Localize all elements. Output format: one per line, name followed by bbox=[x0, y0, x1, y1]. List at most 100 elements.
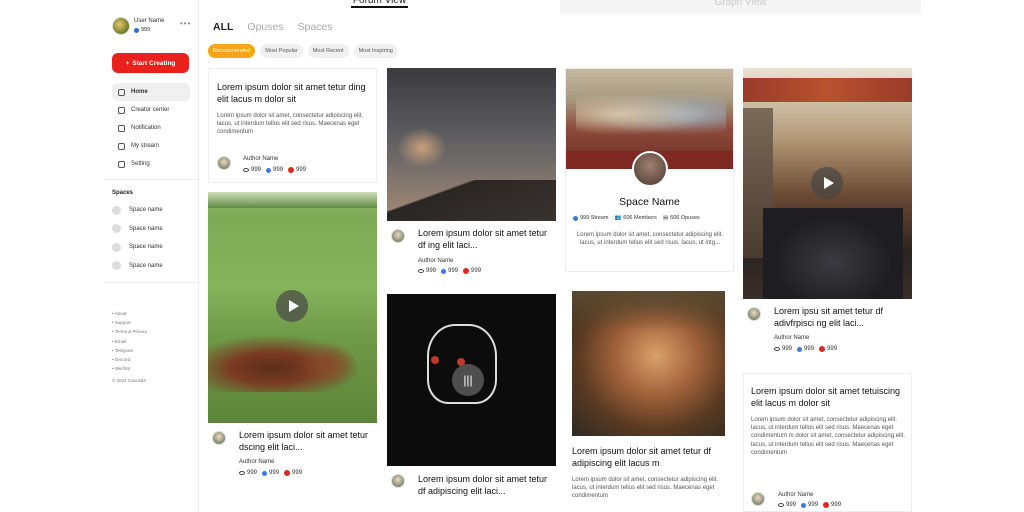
space-item[interactable]: Space name bbox=[112, 238, 192, 257]
space-avatar bbox=[112, 242, 121, 252]
author-avatar[interactable] bbox=[751, 492, 765, 506]
space-card[interactable]: Space Name 999 Stream 👥 606 Members ▤ 606 … bbox=[565, 68, 734, 272]
space-item[interactable]: Space name bbox=[112, 201, 192, 220]
user-icon bbox=[118, 106, 125, 114]
home-icon bbox=[118, 88, 125, 96]
image-thumbnail[interactable] bbox=[387, 68, 556, 221]
author-name[interactable]: Author Name bbox=[778, 492, 813, 498]
sidebar-item-notification[interactable]: Notification bbox=[112, 119, 190, 137]
eye-icon bbox=[774, 347, 780, 351]
filter-most-inspiring[interactable]: Most Inspiring bbox=[353, 44, 398, 58]
author-avatar[interactable] bbox=[391, 474, 405, 488]
spaces-list: Space name Space name Space name Space n… bbox=[112, 201, 192, 275]
view-switcher: Forum View Graph View bbox=[199, 0, 921, 14]
space-avatar bbox=[112, 261, 121, 271]
share-icon bbox=[266, 167, 272, 173]
card-stats: 999 999 999 bbox=[778, 502, 841, 508]
filter-most-recent[interactable]: Most Recent bbox=[307, 44, 349, 58]
space-item[interactable]: Space name bbox=[112, 220, 192, 239]
footer-link-discord[interactable]: Discord bbox=[112, 355, 147, 364]
footer-link-wechat[interactable]: Wechat bbox=[112, 364, 147, 373]
space-name[interactable]: Space Name bbox=[566, 196, 733, 208]
author-avatar[interactable] bbox=[391, 229, 405, 243]
sidebar-nav: Home Creator center Notification My stre… bbox=[112, 83, 190, 173]
filter-recommended[interactable]: Recommended bbox=[208, 44, 256, 58]
user-profile[interactable]: User Name 999 bbox=[112, 17, 164, 35]
category-tabs: ALL Opuses Spaces bbox=[213, 21, 333, 33]
post-card[interactable]: Lorem ipsu sit amet tetur df adivfrpisci… bbox=[743, 68, 912, 358]
space-avatar bbox=[112, 224, 121, 234]
card-title: Lorem ipsum dolor sit amet tetur df ing … bbox=[418, 228, 548, 250]
copyright: © 2024 Cascad3 bbox=[112, 378, 146, 383]
tab-forum-view[interactable]: Forum View bbox=[199, 0, 560, 14]
audio-thumbnail[interactable]: ||| bbox=[387, 294, 556, 466]
author-name[interactable]: Author Name bbox=[239, 459, 274, 465]
filter-most-popular[interactable]: Most Popular bbox=[260, 44, 303, 58]
share-icon bbox=[797, 346, 803, 352]
sidebar-item-home[interactable]: Home bbox=[112, 83, 190, 101]
play-icon[interactable] bbox=[811, 167, 843, 199]
author-name[interactable]: Author Name bbox=[243, 156, 278, 162]
footer-link-about[interactable]: About bbox=[112, 309, 147, 318]
space-avatar[interactable] bbox=[632, 151, 668, 187]
video-thumbnail[interactable] bbox=[743, 68, 912, 299]
post-card[interactable]: Lorem ipsum dolor sit amet tetur dscing … bbox=[208, 192, 377, 487]
like-icon bbox=[284, 470, 291, 476]
audio-wave-icon[interactable]: ||| bbox=[452, 364, 484, 396]
post-card[interactable]: Lorem ipsum dolor sit amet tetur ding el… bbox=[208, 68, 377, 183]
space-item[interactable]: Space name bbox=[112, 257, 192, 276]
footer-link-email[interactable]: Email bbox=[112, 337, 147, 346]
card-title: Lorem ipsu sit amet tetur df adivfrpisci… bbox=[774, 306, 884, 328]
sidebar: User Name 999 ••• + Start Creating Home C… bbox=[104, 0, 199, 512]
space-description: Lorem ipsum dolor sit amet, consectetur … bbox=[576, 232, 724, 247]
eye-icon bbox=[418, 269, 424, 273]
card-stats: 999 999 999 bbox=[774, 346, 837, 352]
like-icon bbox=[819, 346, 826, 352]
start-creating-button[interactable]: + Start Creating bbox=[112, 53, 189, 73]
author-avatar[interactable] bbox=[217, 156, 231, 170]
sidebar-item-setting[interactable]: Setting bbox=[112, 155, 190, 173]
card-stats: 999 999 999 bbox=[418, 268, 481, 274]
space-stats: 999 Stream 👥 606 Members ▤ 606 Opuses bbox=[573, 215, 700, 221]
share-icon bbox=[441, 268, 447, 274]
author-avatar[interactable] bbox=[212, 431, 226, 445]
post-card[interactable]: Lorem ipsum dolor sit amet tetur df adip… bbox=[565, 283, 734, 512]
post-card[interactable]: Lorem ipsum dolor sit amet tetuiscing el… bbox=[743, 373, 912, 512]
divider bbox=[104, 282, 199, 283]
tab-all[interactable]: ALL bbox=[213, 21, 233, 33]
author-name[interactable]: Author Name bbox=[774, 335, 809, 341]
play-icon[interactable] bbox=[276, 290, 308, 322]
image-thumbnail[interactable] bbox=[572, 291, 725, 436]
eye-icon bbox=[239, 471, 245, 475]
card-stats: 999 999 999 bbox=[239, 470, 302, 476]
post-card[interactable]: Lorem ipsum dolor sit amet tetur df ing … bbox=[387, 68, 556, 282]
like-icon bbox=[288, 167, 295, 173]
card-title: Lorem ipsum dolor sit amet tetur dscing … bbox=[239, 430, 369, 452]
plus-icon: + bbox=[125, 59, 130, 67]
like-icon bbox=[823, 502, 830, 508]
sidebar-item-my-stream[interactable]: My stream bbox=[112, 137, 190, 155]
footer-link-terms[interactable]: Terms & Privacy bbox=[112, 327, 148, 336]
share-icon bbox=[801, 502, 807, 508]
card-body: Lorem ipsum dolor sit amet, consectetur … bbox=[217, 113, 364, 136]
tab-graph-view[interactable]: Graph View bbox=[560, 0, 921, 14]
author-name[interactable]: Author Name bbox=[418, 258, 453, 264]
tab-spaces[interactable]: Spaces bbox=[298, 21, 333, 33]
members-icon: 👥 bbox=[614, 215, 622, 221]
stream-icon bbox=[573, 215, 578, 221]
post-card[interactable]: ||| Lorem ipsum dolor sit amet tetur df … bbox=[387, 294, 556, 512]
card-title: Lorem ipsum dolor sit amet tetur ding el… bbox=[217, 82, 366, 104]
sidebar-item-creator-center[interactable]: Creator center bbox=[112, 101, 190, 119]
space-avatar bbox=[112, 205, 121, 215]
opuses-icon: ▤ bbox=[662, 215, 669, 221]
author-avatar[interactable] bbox=[747, 307, 761, 321]
video-thumbnail[interactable] bbox=[208, 192, 377, 423]
gear-icon bbox=[118, 160, 125, 168]
footer-link-support[interactable]: Support bbox=[112, 318, 147, 327]
bell-icon bbox=[118, 124, 125, 132]
card-title: Lorem ipsum dolor sit amet tetur df adip… bbox=[572, 446, 712, 468]
avatar[interactable] bbox=[112, 17, 130, 35]
footer-link-telegram[interactable]: Telegram bbox=[112, 346, 147, 355]
more-icon[interactable]: ••• bbox=[180, 19, 191, 28]
tab-opuses[interactable]: Opuses bbox=[247, 21, 283, 33]
